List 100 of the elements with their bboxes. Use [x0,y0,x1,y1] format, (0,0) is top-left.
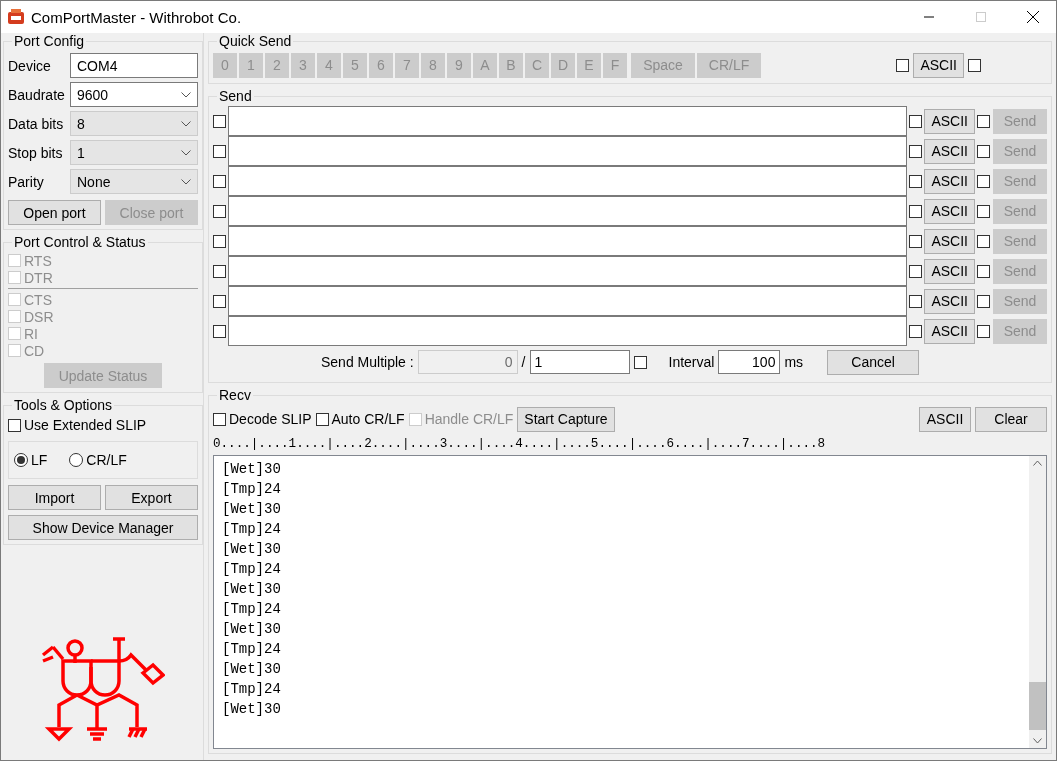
checkbox[interactable] [909,324,923,338]
checkbox[interactable] [213,264,226,278]
dropdown-field[interactable]: None [70,169,198,194]
send-input-field[interactable] [228,136,908,166]
tool-button[interactable]: Show Device Manager [8,515,198,540]
interval-label: Interval [668,354,715,370]
checkbox[interactable] [909,294,923,308]
checkbox[interactable] [896,58,910,72]
ascii-button[interactable]: ASCII [924,168,975,194]
count-field[interactable]: 0 [417,350,518,374]
received-line: [Wet]30 [222,700,282,719]
checkbox-label: Decode SLIP [229,411,312,427]
dropdown-field[interactable]: 1 [70,140,198,165]
checkbox-label: CTS [24,291,52,308]
send-input-field[interactable] [228,196,908,226]
checkbox[interactable] [977,324,990,338]
scrollbar[interactable] [1029,456,1046,748]
checkbox[interactable] [977,204,990,218]
send-input-field[interactable] [228,256,908,286]
ascii-button[interactable]: ASCII [924,228,975,254]
port-button[interactable]: Open port [8,200,101,225]
group-title: Recv [218,387,252,403]
chevron-down-icon [181,178,191,185]
window-title: ComPortMaster - Withrobot Co. [31,8,243,26]
input-field[interactable]: COM4 [70,53,198,78]
interval-field[interactable]: 100 [718,350,781,374]
received-line: [Wet]30 [222,660,282,679]
checkbox-label: RI [24,325,38,342]
checkbox[interactable] [213,144,226,158]
radio-button[interactable] [69,453,84,467]
checkbox-label: Handle CR/LF [424,411,514,427]
field-label: Device [8,57,52,74]
send-input-field[interactable] [228,106,908,136]
checkbox[interactable] [977,174,990,188]
checkbox[interactable] [977,234,990,248]
checkbox[interactable] [213,114,226,128]
received-line: [Tmp]24 [222,600,282,619]
checkbox[interactable] [968,58,981,72]
checkbox-label: Auto CR/LF [331,411,405,427]
scrollbar-thumb[interactable] [1029,682,1046,730]
checkbox[interactable] [909,114,923,128]
received-line: [Wet]30 [222,460,282,479]
radio-label: LF [31,452,48,468]
received-line: [Tmp]24 [222,520,282,539]
checkbox[interactable] [977,114,990,128]
column-ruler: 0....|....1....|....2....|....3....|....4....|....5....|....6....|....7....|....8 [213,437,827,453]
ascii-button[interactable]: ASCII [924,138,975,164]
send-input-field[interactable] [228,166,908,196]
group-title: Tools & Options [13,397,114,413]
checkbox[interactable] [315,412,329,426]
send-input-field[interactable] [228,226,908,256]
checkbox[interactable] [977,294,990,308]
received-line: [Tmp]24 [222,680,282,699]
checkbox[interactable] [213,324,226,338]
scroll-down-icon[interactable] [1033,738,1042,744]
field-label: Stop bits [8,144,64,161]
checkbox[interactable] [213,234,226,248]
radio-button[interactable] [14,453,28,467]
checkbox[interactable] [213,174,226,188]
checkbox[interactable] [213,204,226,218]
total-field[interactable]: 1 [529,350,630,374]
clear-button[interactable]: Clear [975,406,1047,432]
checkbox[interactable] [909,234,923,248]
checkbox[interactable] [909,204,923,218]
ascii-button[interactable]: ASCII [924,288,975,314]
group-title: Send [218,88,253,104]
group-title: Port Config [13,33,86,49]
group-title: Port Control & Status [13,234,147,250]
unit-label: ms [784,354,804,370]
send-input-field[interactable] [228,316,908,346]
checkbox[interactable] [909,264,923,278]
checkbox[interactable] [213,294,226,308]
checkbox[interactable] [977,264,990,278]
checkbox[interactable] [213,412,226,426]
chevron-down-icon [181,120,191,127]
checkbox[interactable] [909,174,923,188]
cancel-button[interactable]: Cancel [827,349,920,375]
ascii-button[interactable]: ASCII [919,406,971,432]
ascii-button[interactable]: ASCII [924,198,975,224]
ascii-button[interactable]: ASCII [924,318,975,344]
checkbox-label: RTS [24,252,52,269]
checkbox[interactable] [633,355,647,369]
field-label: Parity [8,173,45,190]
ascii-button[interactable]: ASCII [924,258,975,284]
ascii-button[interactable]: ASCII [924,108,975,134]
tool-button[interactable]: Import [8,485,101,510]
received-line: [Wet]30 [222,540,282,559]
checkbox[interactable] [8,418,21,432]
chevron-down-icon [181,91,191,98]
close-icon[interactable] [1027,11,1039,23]
received-line: [Tmp]24 [222,560,282,579]
checkbox[interactable] [977,144,990,158]
send-input-field[interactable] [228,286,908,316]
checkbox[interactable] [909,144,923,158]
scroll-up-icon[interactable] [1033,460,1042,466]
ascii-button[interactable]: ASCII [913,52,964,78]
dropdown-field[interactable]: 8 [70,111,198,136]
tool-button[interactable]: Export [105,485,198,510]
start-capture-button[interactable]: Start Capture [517,406,615,432]
combo-field[interactable]: 9600 [70,82,198,107]
